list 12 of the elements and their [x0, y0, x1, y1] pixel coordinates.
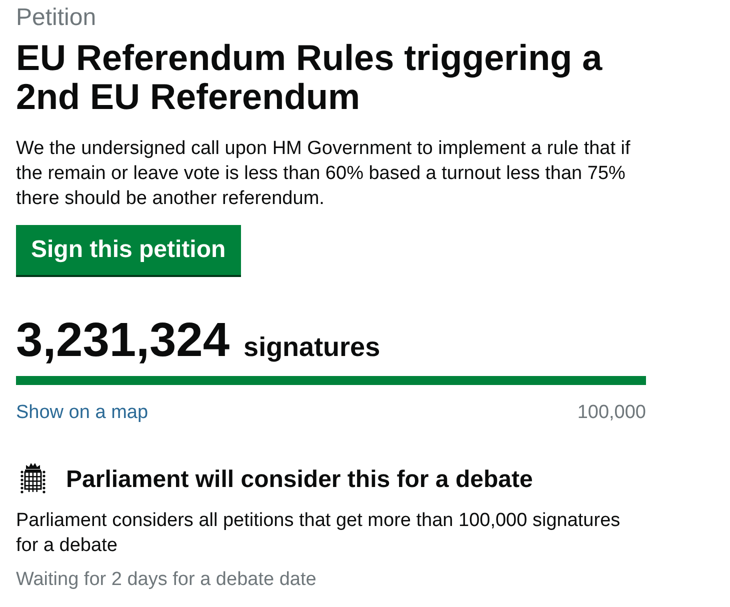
debate-text: Parliament considers all petitions that get more than 100,000 signatures for a debate — [16, 509, 622, 558]
page-label: Petition — [16, 4, 98, 32]
petition-title: EU Referendum Rules triggering a 2nd EU Referendum — [16, 38, 604, 116]
map-link[interactable]: Show on a map — [16, 402, 148, 424]
debate-status: Waiting for 2 days for a debate date — [16, 568, 318, 592]
sign-button[interactable]: Sign this petition — [16, 225, 241, 277]
debate-heading: Parliament will consider this for a debate — [66, 466, 533, 494]
threshold-value: 100,000 — [577, 402, 646, 424]
portcullis-icon — [20, 462, 46, 494]
signature-count: 3,231,324 — [16, 315, 230, 367]
signatures-label: signatures — [244, 332, 380, 363]
petition-description: We the undersigned call upon HM Government to implement a rule that if the remain or leave vote is less than 60% based a turnout less than 75% there should be another referendum. — [16, 137, 632, 211]
